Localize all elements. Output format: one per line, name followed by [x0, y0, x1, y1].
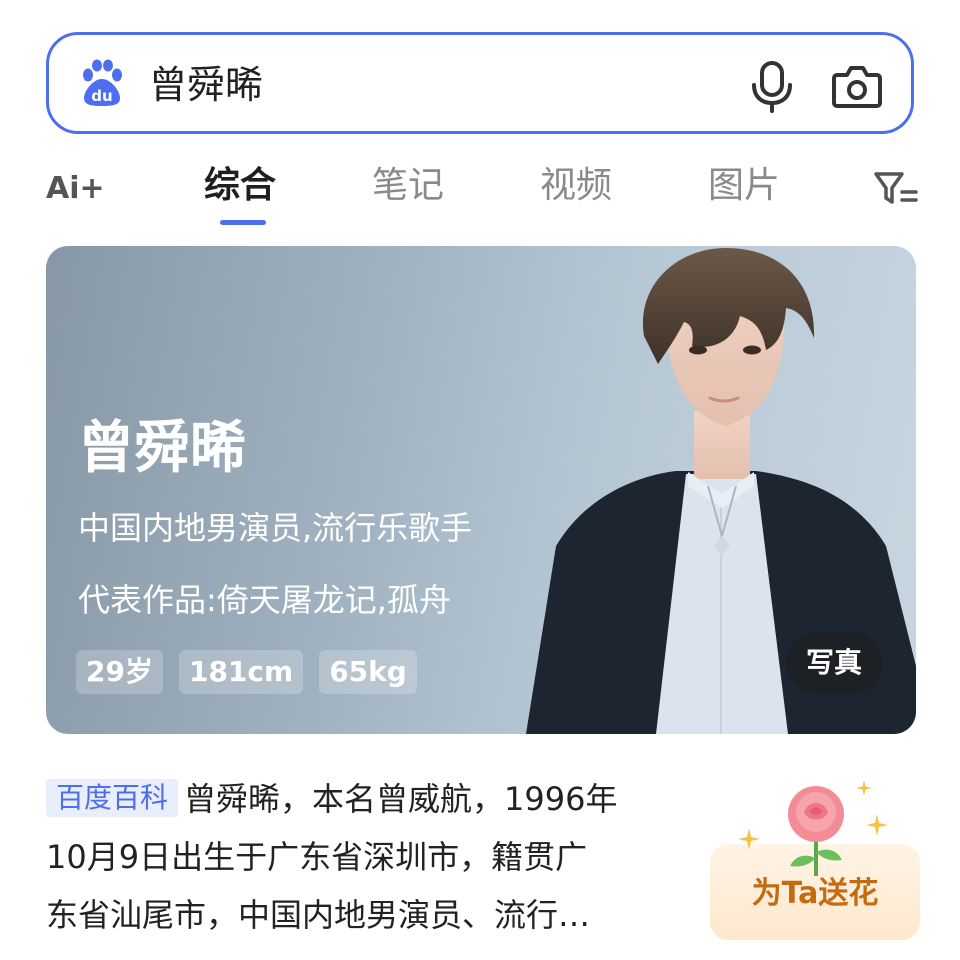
active-tab-indicator — [220, 220, 266, 225]
baike-line-1: 百度百科 曾舜晞，本名曾威航，1996年 — [46, 770, 696, 828]
tab-videos[interactable]: 视频 — [540, 162, 612, 210]
baike-text-1: 曾舜晞，本名曾威航，1996年 — [184, 780, 618, 818]
person-name: 曾舜晞 — [78, 416, 246, 481]
sparkle-icon — [856, 780, 872, 796]
sparkle-icon — [866, 814, 888, 836]
ai-assistant-icon[interactable]: Ai+ — [46, 166, 116, 206]
baike-text-2: 10月9日出生于广东省深圳市，籍贯广 — [46, 838, 588, 876]
search-input[interactable]: 曾舜晞 — [149, 61, 263, 109]
filter-icon[interactable] — [872, 168, 918, 208]
tab-comprehensive[interactable]: 综合 — [204, 162, 276, 210]
age-tag: 29岁 — [76, 650, 163, 694]
photo-gallery-button[interactable]: 写真 — [786, 632, 882, 694]
microphone-icon[interactable] — [747, 59, 797, 113]
send-flower-widget[interactable]: 为Ta送花 — [710, 778, 920, 940]
person-works: 代表作品:倚天屠龙记,孤舟 — [78, 581, 451, 619]
search-bar[interactable]: du 曾舜晞 — [46, 32, 914, 134]
send-flower-label[interactable]: 为Ta送花 — [710, 874, 920, 914]
search-tabs: Ai+ 综合 笔记 视频 图片 — [0, 150, 960, 230]
rose-icon — [788, 786, 844, 876]
height-tag: 181cm — [178, 650, 304, 694]
weight-tag: 65kg — [319, 650, 417, 694]
tab-notes[interactable]: 笔记 — [372, 162, 444, 210]
baidu-paw-icon[interactable]: du — [79, 59, 125, 107]
sparkle-icon — [738, 828, 760, 850]
svg-text:du: du — [91, 87, 112, 105]
baike-text-3: 东省汕尾市，中国内地男演员、流行… — [46, 896, 591, 934]
ai-label: Ai+ — [46, 171, 105, 206]
person-description: 中国内地男演员,流行乐歌手 — [78, 509, 473, 547]
person-tags: 29岁 181cm 65kg — [76, 650, 417, 694]
tab-images[interactable]: 图片 — [708, 162, 780, 210]
baike-summary[interactable]: 百度百科 曾舜晞，本名曾威航，1996年 10月9日出生于广东省深圳市，籍贯广 东… — [46, 770, 696, 944]
baike-badge[interactable]: 百度百科 — [46, 779, 179, 817]
camera-icon[interactable] — [831, 61, 883, 111]
person-hero-card[interactable]: 曾舜晞 中国内地男演员,流行乐歌手 代表作品:倚天屠龙记,孤舟 29岁 181c… — [46, 246, 916, 734]
